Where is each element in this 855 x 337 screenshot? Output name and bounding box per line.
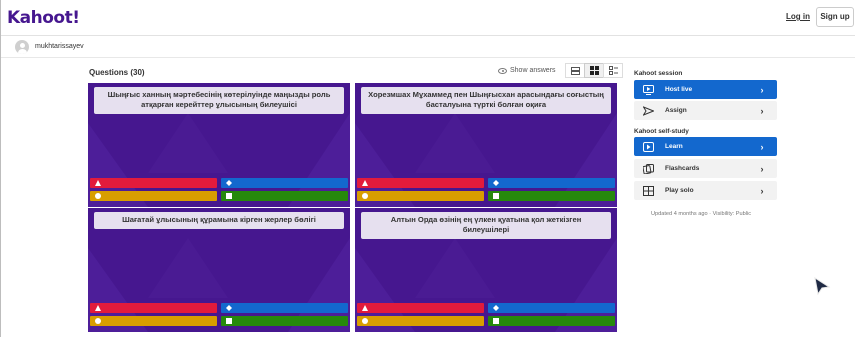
square-icon: [226, 193, 232, 199]
send-icon: [641, 104, 655, 118]
answer-red: [90, 303, 217, 313]
screen-play-icon: [641, 83, 655, 97]
square-icon: [493, 318, 499, 324]
flashcards-label: Flashcards: [665, 165, 700, 172]
question-card-3[interactable]: Шағатай ұлысының құрамына кірген жерлер …: [88, 208, 350, 332]
list-view-button[interactable]: [565, 63, 585, 78]
triangle-icon: [362, 180, 368, 186]
question-text: Алтын Орда өзінің ең үлкен қуатына қол ж…: [361, 212, 611, 239]
square-icon: [226, 318, 232, 324]
answer-red: [357, 178, 484, 188]
answer-yellow: [357, 191, 484, 201]
top-navigation-bar: Kahoot! Log in Sign up: [1, 0, 855, 36]
chevron-right-icon: ›: [760, 163, 764, 174]
show-answers-label: Show answers: [510, 67, 556, 74]
triangle-icon: [95, 180, 101, 186]
diamond-icon: [226, 305, 232, 311]
host-live-button[interactable]: Host live ›: [634, 80, 777, 99]
triangle-icon: [362, 305, 368, 311]
question-card-4[interactable]: Алтын Орда өзінің ең үлкен қуатына қол ж…: [355, 208, 617, 332]
answer-red: [90, 178, 217, 188]
grid-view-button[interactable]: [584, 63, 604, 78]
login-link[interactable]: Log in: [786, 12, 810, 21]
answer-green: [221, 191, 348, 201]
circle-icon: [362, 318, 368, 324]
circle-icon: [95, 318, 101, 324]
kahoot-logo[interactable]: Kahoot!: [7, 8, 80, 28]
host-live-label: Host live: [665, 86, 693, 93]
signup-button[interactable]: Sign up: [816, 7, 854, 27]
chevron-right-icon: ›: [760, 141, 764, 152]
questions-title: Questions (30): [89, 68, 145, 77]
assign-button[interactable]: Assign ›: [634, 101, 777, 120]
flashcards-button[interactable]: Flashcards ›: [634, 159, 777, 178]
kahoot-self-study-heading: Kahoot self-study: [634, 128, 689, 135]
answer-blue: [488, 178, 615, 188]
grid-game-icon: [641, 184, 655, 198]
answer-blue: [221, 178, 348, 188]
triangle-icon: [95, 305, 101, 311]
question-card-1[interactable]: Шыңғыс ханның мәртебесінің көтерілуінде …: [88, 83, 350, 207]
question-card-2[interactable]: Хорезмшах Мұхаммед пен Шыңғысхан арасынд…: [355, 83, 617, 207]
question-text: Шыңғыс ханның мәртебесінің көтерілуінде …: [94, 87, 344, 114]
play-solo-button[interactable]: Play solo ›: [634, 181, 777, 200]
chevron-right-icon: ›: [760, 84, 764, 95]
diamond-icon: [493, 305, 499, 311]
flashcards-icon: [641, 162, 655, 176]
question-text: Шағатай ұлысының құрамына кірген жерлер …: [94, 212, 344, 229]
list-view-icon: [570, 66, 580, 75]
play-solo-label: Play solo: [665, 187, 694, 194]
answer-yellow: [90, 316, 217, 326]
answer-yellow: [90, 191, 217, 201]
learn-play-icon: [641, 140, 655, 154]
username[interactable]: mukhtarissayev: [35, 43, 84, 50]
answer-green: [221, 316, 348, 326]
grid-view-icon: [589, 66, 599, 75]
diamond-icon: [493, 180, 499, 186]
answer-red: [357, 303, 484, 313]
circle-icon: [95, 193, 101, 199]
eye-icon: [498, 67, 507, 74]
learn-label: Learn: [665, 143, 683, 150]
learn-button[interactable]: Learn ›: [634, 137, 777, 156]
kahoot-page: Kahoot! Log in Sign up mukhtarissayev Qu…: [0, 0, 855, 337]
detail-view-icon: [608, 66, 618, 75]
chevron-right-icon: ›: [760, 185, 764, 196]
detail-view-button[interactable]: [603, 63, 623, 78]
answer-green: [488, 191, 615, 201]
circle-icon: [362, 193, 368, 199]
show-answers-toggle[interactable]: Show answers: [498, 67, 556, 74]
square-icon: [493, 193, 499, 199]
kahoot-session-heading: Kahoot session: [634, 70, 683, 77]
mouse-cursor-icon: [814, 277, 831, 295]
user-bar: mukhtarissayev: [1, 36, 855, 58]
answer-green: [488, 316, 615, 326]
answer-blue: [488, 303, 615, 313]
avatar[interactable]: [15, 40, 29, 54]
question-text: Хорезмшах Мұхаммед пен Шыңғысхан арасынд…: [361, 87, 611, 114]
answer-yellow: [357, 316, 484, 326]
updated-visibility-text: Updated 4 months ago · Visibility: Publi…: [651, 211, 752, 217]
chevron-right-icon: ›: [760, 105, 764, 116]
answer-blue: [221, 303, 348, 313]
diamond-icon: [226, 180, 232, 186]
assign-label: Assign: [665, 107, 687, 114]
